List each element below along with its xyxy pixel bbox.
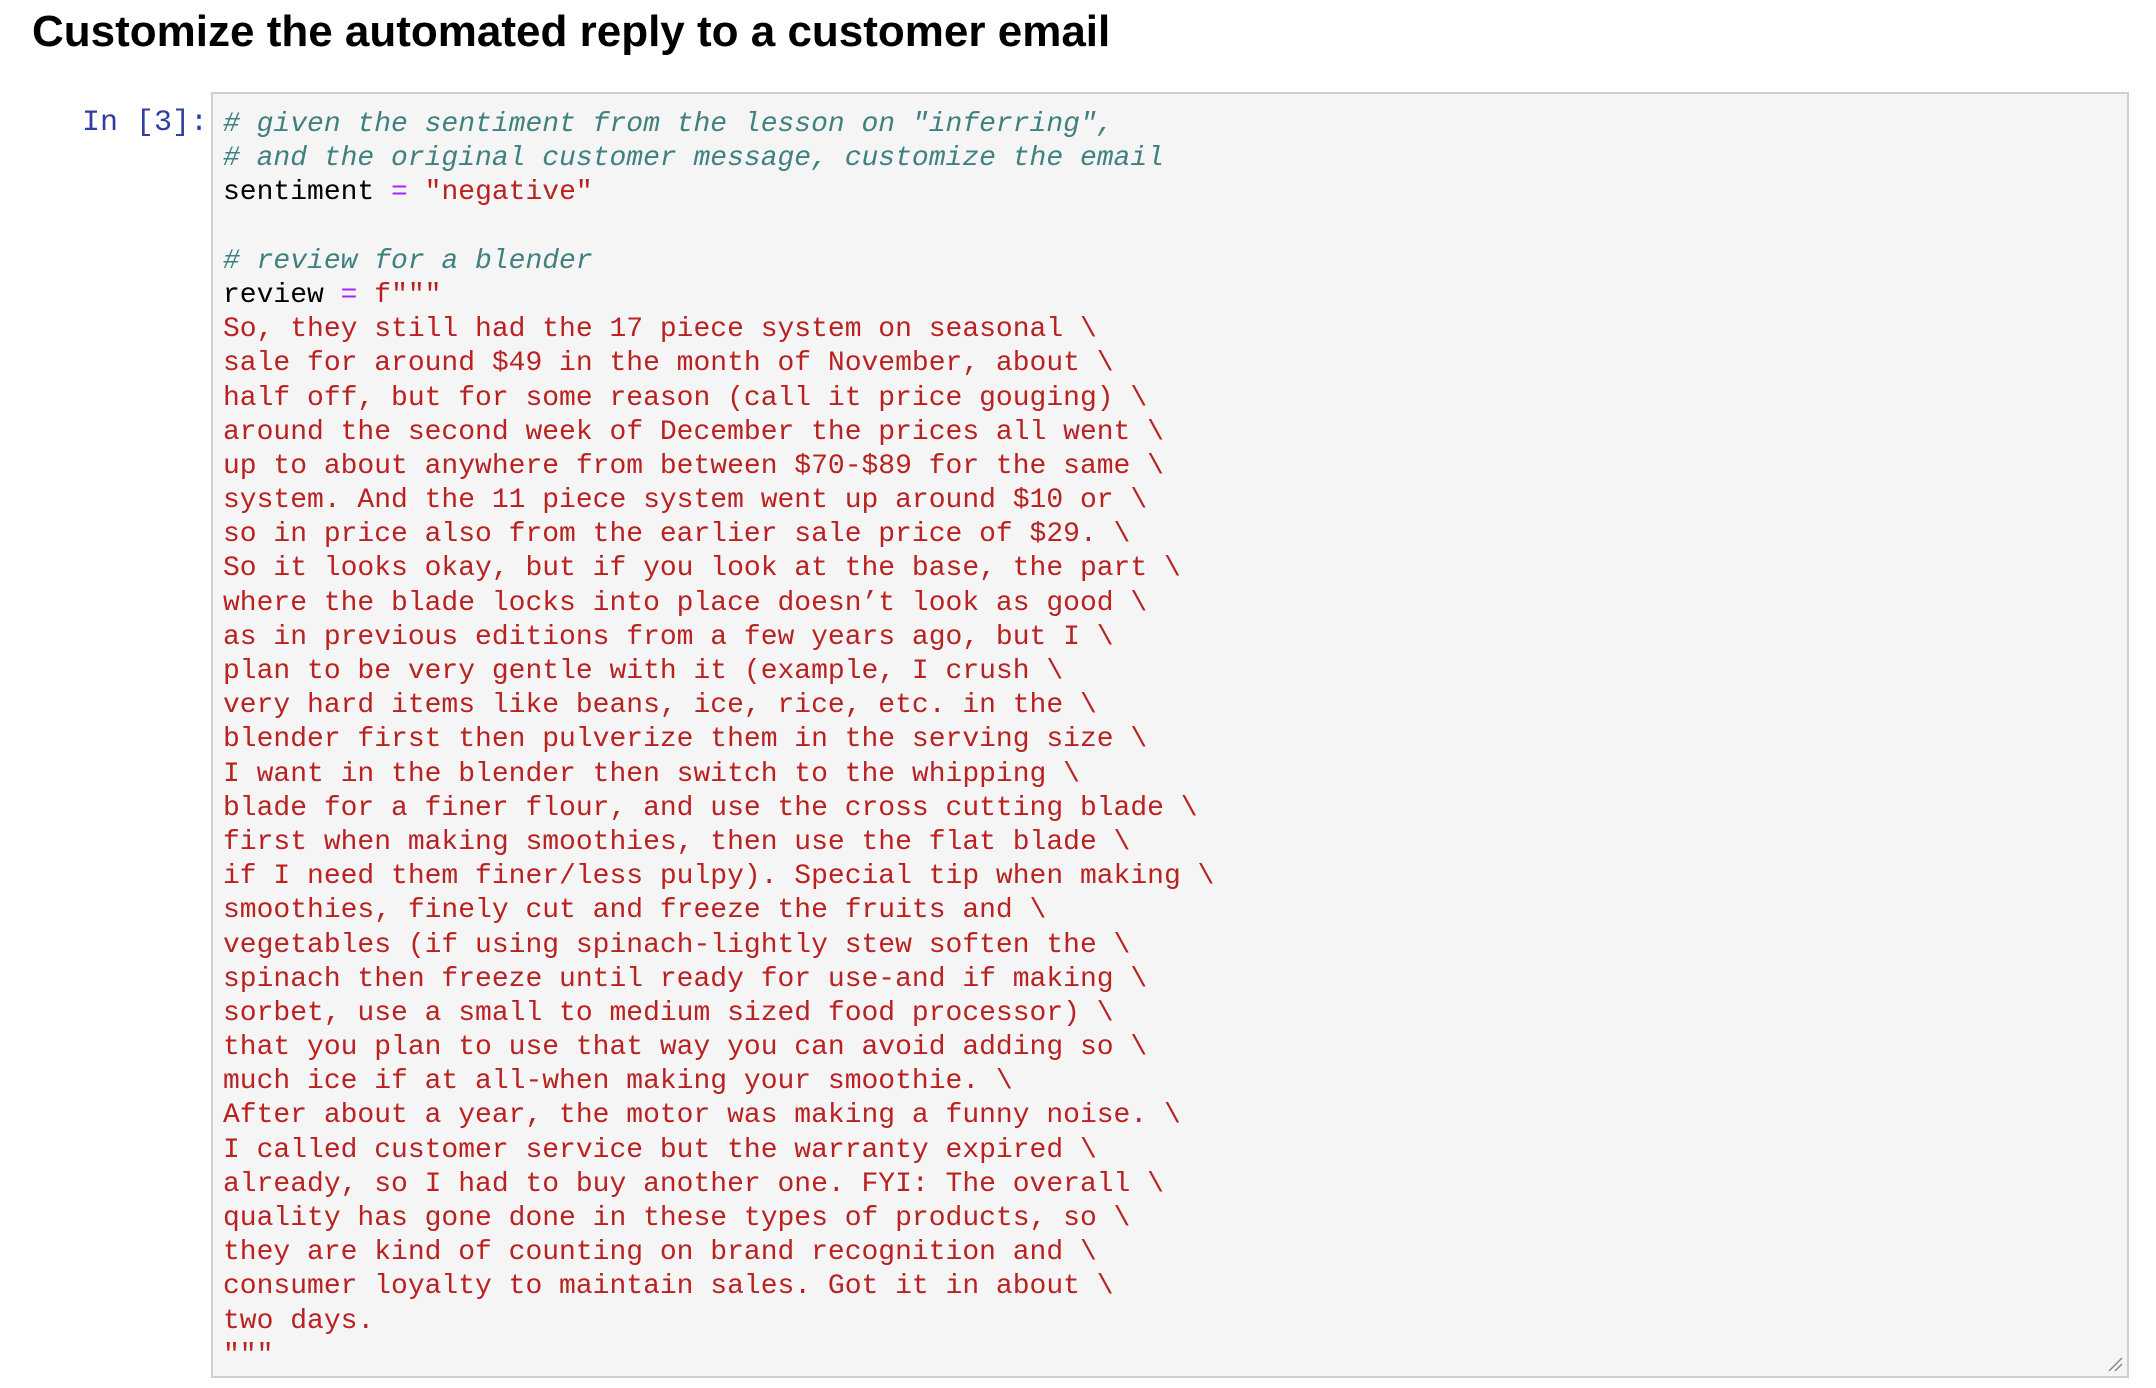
code-line-review-text: where the blade locks into place doesn’t…	[223, 587, 1214, 621]
string-literal: two days.	[223, 1305, 375, 1337]
code-line-review-text: consumer loyalty to maintain sales. Got …	[223, 1270, 1214, 1304]
string-literal: sorbet, use a small to medium sized food…	[223, 997, 1114, 1029]
string-literal: so in price also from the earlier sale p…	[223, 519, 1131, 551]
string-literal: where the blade locks into place doesn’t…	[223, 587, 1148, 619]
string-literal: """	[223, 1339, 274, 1371]
code-line-comment-3: # review for a blender	[223, 245, 1214, 279]
code-line-review-text: half off, but for some reason (call it p…	[223, 382, 1214, 416]
comment-text: # review for a blender	[223, 245, 593, 277]
string-literal: as in previous editions from a few years…	[223, 621, 1114, 653]
string-literal: blender first then pulverize them in the…	[223, 724, 1148, 756]
code-line-review-text: So, they still had the 17 piece system o…	[223, 313, 1214, 347]
code-line-review-text: smoothies, finely cut and freeze the fru…	[223, 894, 1214, 928]
string-literal: much ice if at all-when making your smoo…	[223, 1066, 1013, 1098]
code-line-comment-2: # and the original customer message, cus…	[223, 142, 1214, 176]
string-literal: system. And the 11 piece system went up …	[223, 485, 1148, 517]
string-literal: So it looks okay, but if you look at the…	[223, 553, 1181, 585]
variable-name: sentiment	[223, 177, 375, 209]
code-line-sentiment-assignment: sentiment = "negative"	[223, 176, 1214, 210]
cell-input-prompt: In [3]:	[82, 106, 209, 140]
string-literal: sale for around $49 in the month of Nove…	[223, 348, 1114, 380]
string-literal: smoothies, finely cut and freeze the fru…	[223, 895, 1047, 927]
code-line-review-text: quality has gone done in these types of …	[223, 1202, 1214, 1236]
code-line-review-text: vegetables (if using spinach-lightly ste…	[223, 929, 1214, 963]
string-literal: that you plan to use that way you can av…	[223, 1032, 1148, 1064]
code-line-review-text: much ice if at all-when making your smoo…	[223, 1065, 1214, 1099]
string-literal: they are kind of counting on brand recog…	[223, 1237, 1097, 1269]
code-line-review-text: So it looks okay, but if you look at the…	[223, 552, 1214, 586]
code-line-review-text: as in previous editions from a few years…	[223, 621, 1214, 655]
string-literal: vegetables (if using spinach-lightly ste…	[223, 929, 1131, 961]
code-line-review-text: very hard items like beans, ice, rice, e…	[223, 689, 1214, 723]
code-line-review-text: that you plan to use that way you can av…	[223, 1031, 1214, 1065]
code-content[interactable]: # given the sentiment from the lesson on…	[223, 108, 1214, 1373]
code-line-review-text: if I need them finer/less pulpy). Specia…	[223, 860, 1214, 894]
code-line-review-text: blender first then pulverize them in the…	[223, 723, 1214, 757]
assign-operator: =	[391, 177, 408, 209]
comment-text: # and the original customer message, cus…	[223, 143, 1164, 175]
string-literal: blade for a finer flour, and use the cro…	[223, 792, 1198, 824]
notebook-page: Customize the automated reply to a custo…	[0, 0, 2156, 1388]
code-line-review-text: so in price also from the earlier sale p…	[223, 518, 1214, 552]
string-literal: quality has gone done in these types of …	[223, 1203, 1131, 1234]
code-line-review-text: two days.	[223, 1305, 1214, 1339]
code-line-comment-1: # given the sentiment from the lesson on…	[223, 108, 1214, 142]
string-literal: if I need them finer/less pulpy). Specia…	[223, 861, 1215, 893]
string-literal: So, they still had the 17 piece system o…	[223, 314, 1097, 346]
code-line-review-text: sorbet, use a small to medium sized food…	[223, 997, 1214, 1031]
code-line-review-text: After about a year, the motor was making…	[223, 1099, 1214, 1133]
code-line-review-text: already, so I had to buy another one. FY…	[223, 1168, 1214, 1202]
resize-grip-icon[interactable]	[2107, 1356, 2123, 1372]
code-line-review-text: I called customer service but the warran…	[223, 1134, 1214, 1168]
string-literal: around the second week of December the p…	[223, 416, 1164, 448]
section-heading: Customize the automated reply to a custo…	[32, 7, 1111, 56]
string-literal: spinach then freeze until ready for use-…	[223, 963, 1148, 995]
review-text-block: So, they still had the 17 piece system o…	[223, 313, 1214, 1339]
code-line-review-assignment: review = f"""	[223, 279, 1214, 313]
code-line-review-text: I want in the blender then switch to the…	[223, 758, 1214, 792]
code-line-review-text: first when making smoothies, then use th…	[223, 826, 1214, 860]
variable-name: review	[223, 279, 324, 311]
string-literal: plan to be very gentle with it (example,…	[223, 656, 1064, 687]
code-line-review-text: they are kind of counting on brand recog…	[223, 1236, 1214, 1270]
code-line-fstring-close: """	[223, 1339, 1214, 1373]
string-literal: half off, but for some reason (call it p…	[223, 382, 1148, 414]
code-line-review-text: up to about anywhere from between $70-$8…	[223, 450, 1214, 484]
string-literal: very hard items like beans, ice, rice, e…	[223, 690, 1097, 722]
comment-text: # given the sentiment from the lesson on…	[223, 109, 1114, 140]
code-line-review-text: around the second week of December the p…	[223, 416, 1214, 450]
string-literal: up to about anywhere from between $70-$8…	[223, 450, 1164, 482]
string-literal: "negative"	[424, 177, 593, 209]
string-literal: I called customer service but the warran…	[223, 1134, 1097, 1166]
code-line-review-text: spinach then freeze until ready for use-…	[223, 963, 1214, 997]
code-cell-editor[interactable]: # given the sentiment from the lesson on…	[211, 92, 2129, 1378]
string-literal: already, so I had to buy another one. FY…	[223, 1168, 1164, 1200]
assign-operator: =	[340, 279, 358, 311]
string-literal: consumer loyalty to maintain sales. Got …	[223, 1271, 1114, 1303]
code-line-review-text: sale for around $49 in the month of Nove…	[223, 347, 1214, 381]
code-line-review-text: blade for a finer flour, and use the cro…	[223, 792, 1214, 826]
string-literal: I want in the blender then switch to the…	[223, 758, 1080, 790]
string-literal: After about a year, the motor was making…	[223, 1100, 1181, 1132]
code-line-review-text: plan to be very gentle with it (example,…	[223, 655, 1214, 689]
string-literal: f"""	[374, 279, 442, 311]
code-line-review-text: system. And the 11 piece system went up …	[223, 484, 1214, 518]
string-literal: first when making smoothies, then use th…	[223, 826, 1131, 858]
